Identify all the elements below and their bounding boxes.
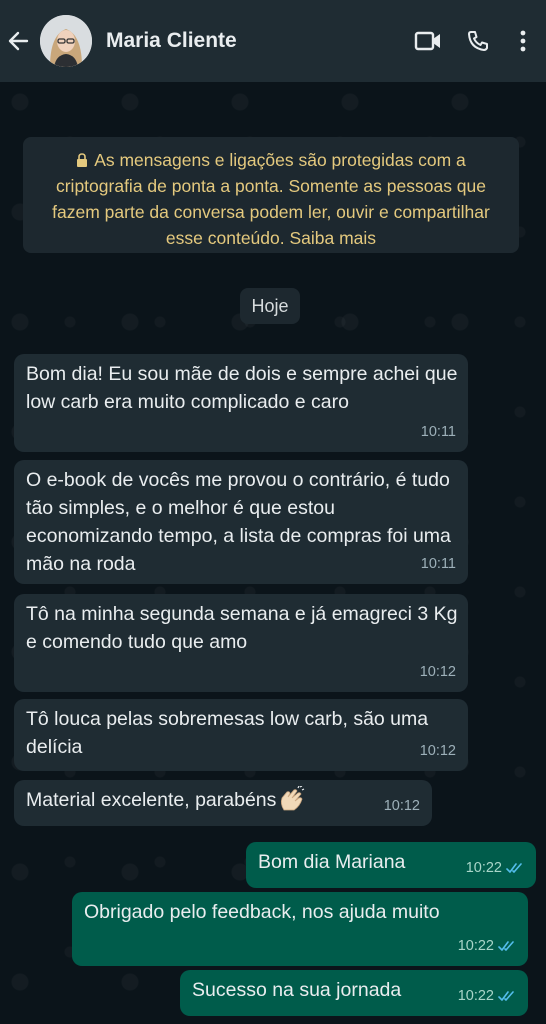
contact-name[interactable]: Maria Cliente [106,29,410,53]
lock-icon [77,153,88,167]
encryption-notice[interactable]: As mensagens e ligações são protegidas c… [23,137,519,253]
encryption-notice-text: As mensagens e ligações são protegidas c… [52,150,490,248]
arrow-left-icon [8,31,29,51]
menu-button[interactable] [510,21,536,61]
clapping-hands-icon [281,786,305,811]
message-text: Tô na minha segunda semana e já emagreci… [26,603,458,653]
message-time: 10:22 [465,860,502,876]
message-time: 10:12 [419,743,456,759]
kebab-menu-icon [520,30,526,52]
phone-icon [468,31,488,51]
message-time: 10:12 [383,798,420,814]
message-bubble-incoming[interactable]: O e-book de vocês me provou o contrário,… [14,460,468,584]
message-content: Material excelente, parabéns [26,786,422,814]
message-bubble-outgoing[interactable]: Bom dia Mariana 10:22 [246,842,536,888]
message-meta: 10:22 [466,854,524,882]
message-time: 10:11 [420,556,456,572]
message-text: Material excelente, parabéns [26,789,277,811]
double-check-icon [506,863,522,873]
chat-area[interactable]: As mensagens e ligações são protegidas c… [0,82,546,1024]
video-call-button[interactable] [410,21,446,61]
chat-header: Maria Cliente [0,0,546,82]
message-bubble-incoming[interactable]: Tô louca pelas sobremesas low carb, são … [14,699,468,771]
video-camera-icon [414,31,440,51]
message-text: Obrigado pelo feedback, nos ajuda muito [84,901,440,923]
avatar[interactable] [40,15,92,67]
message-time: 10:12 [419,664,456,680]
message-meta: 10:22 [458,932,516,960]
back-button[interactable] [0,0,36,82]
voice-call-button[interactable] [460,21,496,61]
message-time: 10:11 [420,424,456,440]
date-chip: Hoje [240,288,300,324]
message-bubble-incoming[interactable]: Tô na minha segunda semana e já emagreci… [14,594,468,692]
message-text: Tô louca pelas sobremesas low carb, são … [26,708,429,758]
message-bubble-outgoing[interactable]: Sucesso na sua jornada 10:22 [180,970,528,1016]
message-meta: 10:22 [458,982,516,1010]
message-bubble-incoming[interactable]: Material excelente, parabéns 10:12 [14,780,432,826]
double-check-icon [498,941,514,951]
double-check-icon [498,991,514,1001]
message-time: 10:22 [457,988,494,1004]
message-bubble-outgoing[interactable]: Obrigado pelo feedback, nos ajuda muito … [72,892,528,966]
message-text: Bom dia! Eu sou mãe de dois e sempre ach… [26,363,458,413]
message-text: O e-book de vocês me provou o contrário,… [26,469,451,575]
message-time: 10:22 [457,938,494,954]
message-bubble-incoming[interactable]: Bom dia! Eu sou mãe de dois e sempre ach… [14,354,468,452]
